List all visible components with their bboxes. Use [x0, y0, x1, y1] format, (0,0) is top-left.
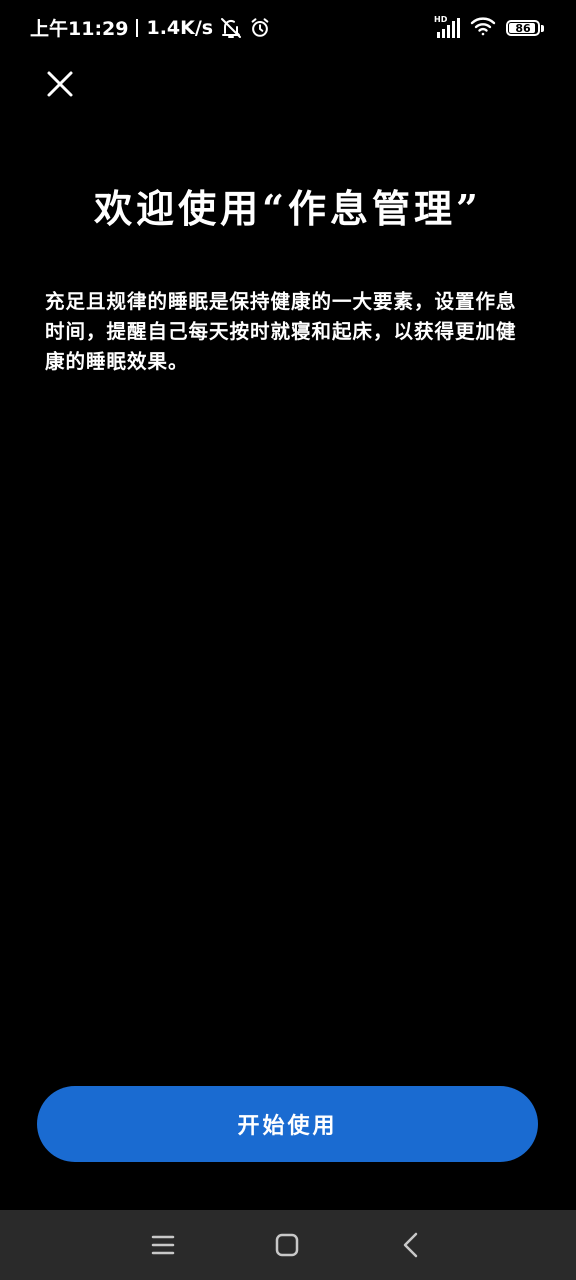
status-left: 上午11:29 1.4K/s	[30, 14, 271, 41]
page-title: 欢迎使用“作息管理”	[94, 186, 482, 231]
home-button[interactable]	[269, 1227, 305, 1263]
home-icon	[275, 1233, 299, 1257]
menu-button[interactable]	[145, 1227, 181, 1263]
hd-signal-icon: HD	[434, 15, 460, 38]
close-button[interactable]	[40, 64, 80, 104]
back-button[interactable]	[393, 1227, 429, 1263]
navigation-bar	[0, 1210, 576, 1280]
back-icon	[403, 1232, 418, 1258]
status-right: HD 86	[434, 15, 544, 40]
battery-tip	[541, 24, 544, 32]
status-time: 上午11:29	[30, 18, 129, 40]
battery-icon: 86	[506, 20, 544, 36]
description-text: 充足且规律的睡眠是保持健康的一大要素，设置作息时间，提醒自己每天按时就寝和起床，…	[45, 290, 517, 373]
start-button-label: 开始使用	[237, 1113, 338, 1139]
battery-level: 86	[515, 21, 531, 35]
close-icon	[47, 71, 73, 97]
vibrate-off-icon	[219, 16, 243, 40]
status-net-speed: 1.4K/s	[146, 16, 214, 39]
start-button[interactable]: 开始使用	[37, 1086, 538, 1162]
status-bar: 上午11:29 1.4K/s HD 86	[0, 0, 576, 56]
alarm-icon	[249, 17, 271, 39]
battery-body: 86	[506, 20, 540, 36]
status-separator	[136, 18, 139, 37]
menu-icon	[151, 1235, 175, 1255]
wifi-icon	[470, 16, 496, 40]
